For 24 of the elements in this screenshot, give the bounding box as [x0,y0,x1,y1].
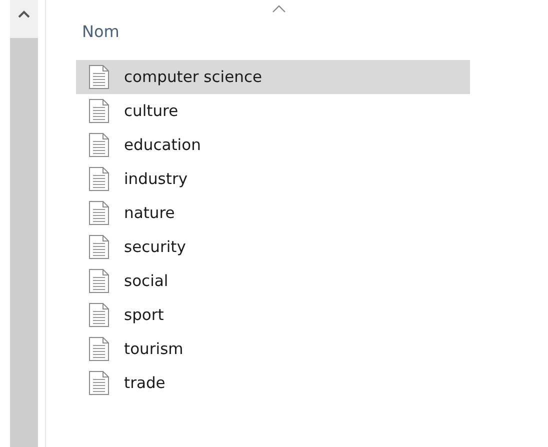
file-row[interactable]: computer science [76,60,470,94]
column-header[interactable]: Nom [82,22,120,41]
document-icon [88,268,110,294]
file-row[interactable]: nature [76,196,470,230]
file-row[interactable]: education [76,128,470,162]
file-row[interactable]: trade [76,366,470,400]
document-icon [88,370,110,396]
document-icon [88,200,110,226]
document-icon [88,98,110,124]
document-icon [88,234,110,260]
scroll-thumb[interactable] [10,38,38,447]
file-row[interactable]: sport [76,298,470,332]
caret-up-icon [18,10,30,18]
document-icon [88,302,110,328]
document-icon [88,64,110,90]
document-icon [88,166,110,192]
scroll-up-button[interactable] [10,0,38,38]
document-icon [88,336,110,362]
file-row[interactable]: industry [76,162,470,196]
file-row[interactable]: culture [76,94,470,128]
file-row[interactable]: tourism [76,332,470,366]
file-row[interactable]: social [76,264,470,298]
file-row[interactable]: security [76,230,470,264]
document-icon [88,132,110,158]
